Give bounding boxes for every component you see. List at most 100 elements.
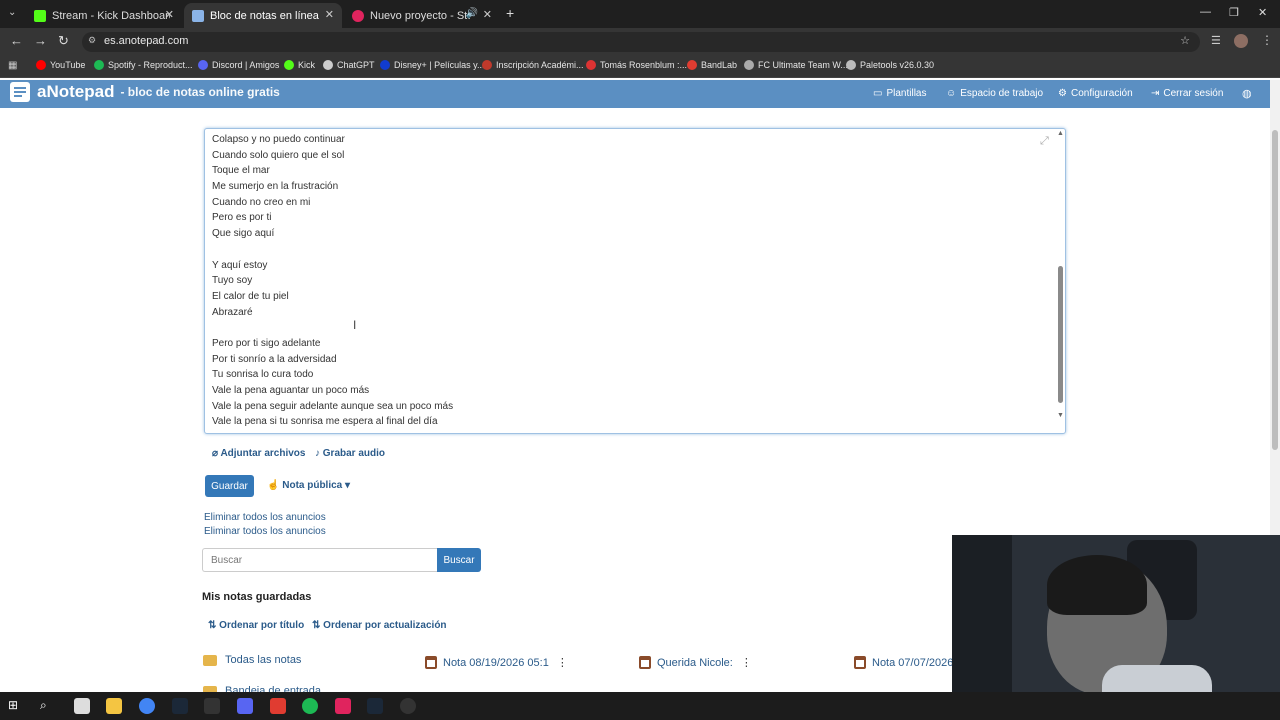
note-line[interactable]: Vale la pena si tu sonrisa me espera al … xyxy=(212,414,1032,430)
menu-settings[interactable]: ⚙ Configuración xyxy=(1058,88,1133,99)
note-line[interactable]: Toque el mar xyxy=(212,163,1032,179)
save-button[interactable]: Guardar xyxy=(205,475,254,497)
note-line[interactable]: Que sigo aquí xyxy=(212,226,1032,242)
note-item[interactable]: Nota 07/07/2026 xyxy=(854,656,953,669)
search-button[interactable]: Buscar xyxy=(437,548,481,572)
audio-icon[interactable]: 🔊 xyxy=(466,8,478,19)
chrome-icon[interactable] xyxy=(139,698,155,714)
tab-studio[interactable]: Nuevo proyecto - Studio 🔊 ✕ xyxy=(344,3,500,28)
bookmark-item[interactable]: FC Ultimate Team W... xyxy=(744,60,848,70)
note-line[interactable] xyxy=(212,320,1032,336)
note-line[interactable]: Vale la pena seguir adelante aunque sea … xyxy=(212,399,1032,415)
calculator-icon[interactable] xyxy=(74,698,90,714)
reading-list-icon[interactable]: ☰ xyxy=(1211,34,1221,47)
obs-icon[interactable] xyxy=(400,698,416,714)
editor-scrollbar-thumb[interactable] xyxy=(1058,266,1063,403)
bookmark-item[interactable]: ChatGPT xyxy=(323,60,375,70)
bookmark-item[interactable]: Paletools v26.0.30 xyxy=(846,60,934,70)
note-item[interactable]: Nota 08/19/2026 05:1 ⋮ xyxy=(425,656,568,669)
page-scrollbar-thumb[interactable] xyxy=(1272,130,1278,450)
minimize-button[interactable]: — xyxy=(1200,6,1211,18)
site-info-icon[interactable]: ⚙ xyxy=(88,35,96,46)
star-icon[interactable]: ☆ xyxy=(1180,34,1190,47)
search-input[interactable]: Buscar xyxy=(202,548,438,572)
visibility-dropdown[interactable]: ☝ Nota pública ▾ xyxy=(267,480,350,491)
apps-grid-icon[interactable]: ▦ xyxy=(8,60,17,71)
spotify-icon[interactable] xyxy=(302,698,318,714)
bookmark-item[interactable]: Spotify - Reproduct... xyxy=(94,60,193,70)
bookmark-favicon-icon xyxy=(687,60,697,70)
more-options-icon[interactable]: ⋮ xyxy=(557,656,568,669)
windows-start-icon[interactable]: ⊞ xyxy=(8,698,24,714)
close-tab-icon[interactable]: ✕ xyxy=(483,8,492,21)
steam-icon[interactable] xyxy=(367,698,383,714)
note-line[interactable]: Vale la pena aguantar un poco más xyxy=(212,383,1032,399)
close-window-button[interactable]: ✕ xyxy=(1258,6,1267,19)
close-tab-icon[interactable]: ✕ xyxy=(325,8,334,21)
new-tab-button[interactable]: + xyxy=(506,5,514,21)
note-item[interactable]: Querida Nicole: ⋮ xyxy=(639,656,752,669)
close-tab-icon[interactable]: ✕ xyxy=(165,8,174,21)
profile-avatar[interactable] xyxy=(1234,34,1248,48)
note-line[interactable]: Pero es por ti xyxy=(212,210,1032,226)
attach-files-link[interactable]: ⌀ Adjuntar archivos xyxy=(212,448,305,459)
text-cursor-icon: I xyxy=(353,318,357,332)
folder-label: Todas las notas xyxy=(225,654,302,666)
note-line[interactable]: Colapso y no puedo continuar xyxy=(212,132,1032,148)
bookmark-item[interactable]: BandLab xyxy=(687,60,737,70)
menu-workspace[interactable]: ☺ Espacio de trabajo xyxy=(946,88,1043,99)
bookmark-favicon-icon xyxy=(380,60,390,70)
menu-dots-icon[interactable]: ⋮ xyxy=(1261,33,1273,47)
person-hat xyxy=(1047,555,1147,615)
note-line[interactable]: El calor de tu piel xyxy=(212,289,1032,305)
steam-icon[interactable] xyxy=(172,698,188,714)
note-text[interactable]: Colapso y no puedo continuar Cuando solo … xyxy=(212,132,1032,430)
maximize-button[interactable]: ❐ xyxy=(1229,6,1239,19)
bookmark-item[interactable]: YouTube xyxy=(36,60,85,70)
studio-icon[interactable] xyxy=(335,698,351,714)
sort-by-title-button[interactable]: ⇅ Ordenar por título xyxy=(208,620,304,631)
bookmark-favicon-icon xyxy=(94,60,104,70)
more-options-icon[interactable]: ⋮ xyxy=(741,656,752,669)
address-bar[interactable]: ⚙ es.anotepad.com ☆ xyxy=(82,32,1200,52)
bookmark-item[interactable]: Kick xyxy=(284,60,315,70)
note-line[interactable]: Cuando solo quiero que el sol xyxy=(212,148,1032,164)
note-line[interactable]: Tu sonrisa lo cura todo xyxy=(212,367,1032,383)
tab-anotepad[interactable]: Bloc de notas en línea - Toma y ✕ xyxy=(184,3,342,28)
bookmark-item[interactable]: Disney+ | Películas y... xyxy=(380,60,484,70)
bookmark-item[interactable]: Discord | Amigos xyxy=(198,60,279,70)
fullscreen-icon[interactable]: ⤢ xyxy=(1040,135,1049,148)
note-line[interactable]: Tuyo soy xyxy=(212,273,1032,289)
note-line[interactable] xyxy=(212,242,1032,258)
app-icon[interactable] xyxy=(204,698,220,714)
menu-logout[interactable]: ⇥ Cerrar sesión xyxy=(1151,88,1223,99)
search-icon[interactable]: ⌕ xyxy=(40,698,56,714)
reload-icon[interactable]: ↻ xyxy=(58,33,69,49)
tab-kick-dashboard[interactable]: Stream - Kick Dashboard ✕ xyxy=(26,3,182,28)
forward-icon[interactable]: → xyxy=(34,33,47,48)
note-line[interactable]: Y aquí estoy xyxy=(212,258,1032,274)
globe-icon[interactable]: ◍ xyxy=(1242,87,1252,100)
sort-by-updated-button[interactable]: ⇅ Ordenar por actualización xyxy=(312,620,447,631)
menu-templates[interactable]: ▭ Plantillas xyxy=(873,88,926,99)
note-line[interactable]: Pero por ti sigo adelante xyxy=(212,336,1032,352)
scroll-down-icon[interactable]: ▼ xyxy=(1057,412,1064,419)
note-line[interactable]: Cuando no creo en mi xyxy=(212,195,1032,211)
remove-ads-link[interactable]: Eliminar todos los anuncios xyxy=(204,526,326,537)
record-audio-link[interactable]: ♪ Grabar audio xyxy=(315,448,385,459)
app-logo[interactable]: aNotepad - bloc de notas online gratis xyxy=(10,82,280,102)
remove-ads-link[interactable]: Eliminar todos los anuncios xyxy=(204,512,326,523)
file-explorer-icon[interactable] xyxy=(106,698,122,714)
bookmark-item[interactable]: Inscripción Académi... xyxy=(482,60,584,70)
note-line[interactable]: Me sumerjo en la frustración xyxy=(212,179,1032,195)
tab-search-icon[interactable]: ⌄ xyxy=(8,7,16,18)
folder-all-notes[interactable]: Todas las notas xyxy=(203,654,301,666)
note-line[interactable]: Abrazaré xyxy=(212,305,1032,321)
bookmark-item[interactable]: Tomás Rosenblum :... xyxy=(586,60,687,70)
discord-icon[interactable] xyxy=(237,698,253,714)
bookmark-label: Kick xyxy=(298,60,316,70)
note-line[interactable]: Por ti sonrío a la adversidad xyxy=(212,352,1032,368)
bandlab-icon[interactable] xyxy=(270,698,286,714)
back-icon[interactable]: ← xyxy=(10,33,23,48)
scroll-up-icon[interactable]: ▲ xyxy=(1057,130,1064,137)
